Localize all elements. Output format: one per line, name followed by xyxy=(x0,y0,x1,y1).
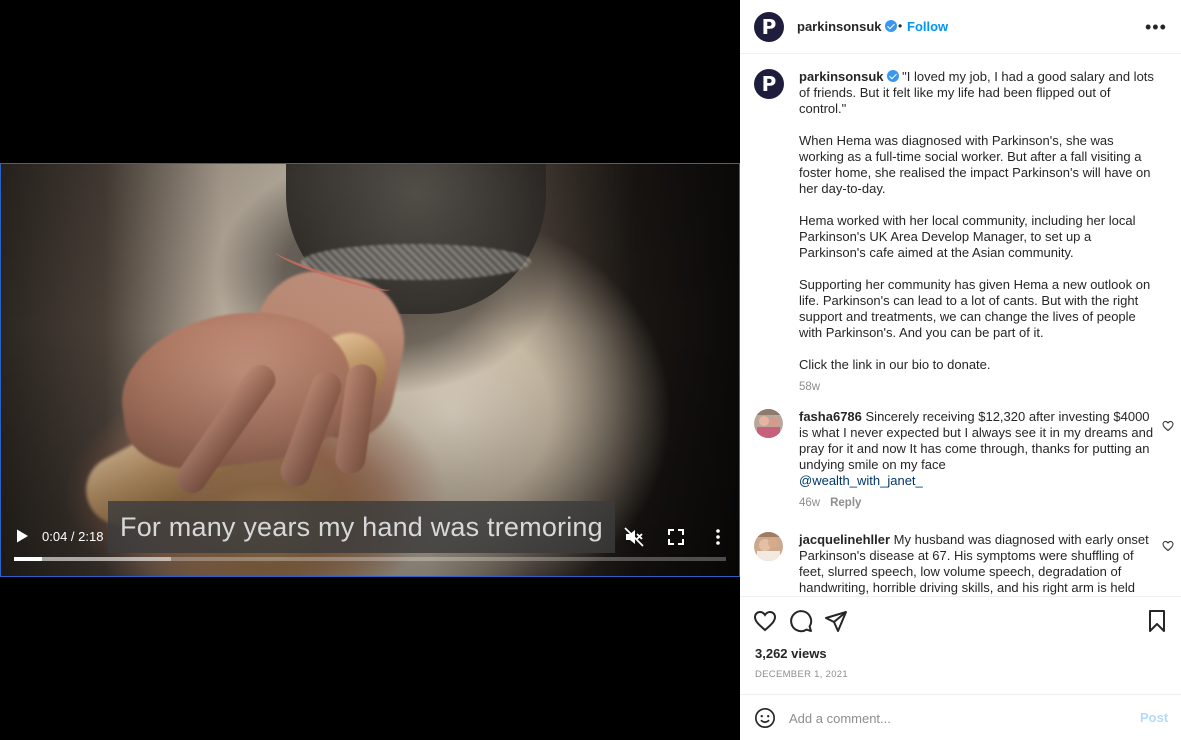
avatar-letter: P xyxy=(761,72,777,96)
avatar[interactable]: P xyxy=(754,12,784,42)
follow-button[interactable]: Follow xyxy=(907,19,948,34)
more-options-icon[interactable]: ••• xyxy=(1145,17,1167,38)
video-timestamp: 0:04 / 2:18 xyxy=(42,529,104,544)
post-comment-button[interactable]: Post xyxy=(1140,710,1168,725)
comment-age[interactable]: 46w xyxy=(799,497,820,509)
view-count[interactable]: 3,262 views xyxy=(755,646,827,661)
muted-speaker-icon[interactable] xyxy=(624,527,644,547)
fullscreen-icon[interactable] xyxy=(667,528,685,546)
header-username[interactable]: parkinsonsuk xyxy=(797,19,897,34)
post-header: P parkinsonsuk • Follow ••• xyxy=(740,0,1181,54)
comment-input[interactable] xyxy=(789,708,1109,728)
video-progress-played xyxy=(14,557,43,561)
comment-meta: 46w Reply xyxy=(799,495,1159,511)
caption-paragraph: When Hema was diagnosed with Parkinson's… xyxy=(799,133,1151,196)
comment-mention-link[interactable]: @wealth_with_janet_ xyxy=(799,473,923,488)
bookmark-save-icon[interactable] xyxy=(1145,609,1169,633)
caption-username[interactable]: parkinsonsuk xyxy=(799,69,884,84)
avatar-letter: P xyxy=(761,15,777,39)
video-pane[interactable]: For many years my hand was tremoring 0:0… xyxy=(0,0,740,740)
comments-list[interactable]: P parkinsonsuk "I loved my job, I had a … xyxy=(740,55,1181,596)
avatar[interactable] xyxy=(754,409,783,438)
more-options-vertical-icon[interactable] xyxy=(709,527,727,547)
comment-username[interactable]: fasha6786 xyxy=(799,409,862,424)
instagram-post-modal: For many years my hand was tremoring 0:0… xyxy=(0,0,1181,740)
reply-button[interactable]: Reply xyxy=(830,497,861,509)
comment-body: jacquelinehller My husband was diagnosed… xyxy=(799,532,1159,596)
caption-paragraph: Hema worked with her local community, in… xyxy=(799,213,1136,260)
comment-body: fasha6786 Sincerely receiving $12,320 af… xyxy=(799,409,1159,511)
comment-bubble-icon[interactable] xyxy=(789,609,813,633)
like-comment-heart-icon[interactable] xyxy=(1162,420,1174,432)
play-icon[interactable] xyxy=(14,528,30,544)
caption-age[interactable]: 58w xyxy=(799,379,1159,395)
caption-paragraph: Click the link in our bio to donate. xyxy=(799,357,991,372)
post-actions: 3,262 views DECEMBER 1, 2021 Post xyxy=(740,596,1181,740)
header-username-text[interactable]: parkinsonsuk xyxy=(797,19,882,34)
emoji-smiley-icon[interactable] xyxy=(754,707,776,729)
add-comment-bar: Post xyxy=(740,694,1181,740)
verified-badge-icon xyxy=(886,70,899,82)
verified-badge-icon xyxy=(884,20,897,32)
header-separator: • xyxy=(898,19,903,33)
post-caption-body: parkinsonsuk "I loved my job, I had a go… xyxy=(799,69,1159,395)
post-side-panel: P parkinsonsuk • Follow ••• P parkinsons… xyxy=(740,0,1181,740)
post-date[interactable]: DECEMBER 1, 2021 xyxy=(755,669,848,680)
caption-paragraph: Supporting her community has given Hema … xyxy=(799,277,1151,340)
video-progress-bar[interactable] xyxy=(14,557,726,561)
comment-username[interactable]: jacquelinehller xyxy=(799,532,890,547)
video-controls: 0:04 / 2:18 xyxy=(0,520,740,564)
caption-paragraph: parkinsonsuk "I loved my job, I had a go… xyxy=(799,69,1159,117)
like-comment-heart-icon[interactable] xyxy=(1162,540,1174,552)
avatar[interactable]: P xyxy=(754,69,784,99)
video-player[interactable]: For many years my hand was tremoring xyxy=(0,163,740,577)
share-send-icon[interactable] xyxy=(824,609,848,633)
avatar[interactable] xyxy=(754,532,783,561)
like-heart-icon[interactable] xyxy=(753,609,777,633)
